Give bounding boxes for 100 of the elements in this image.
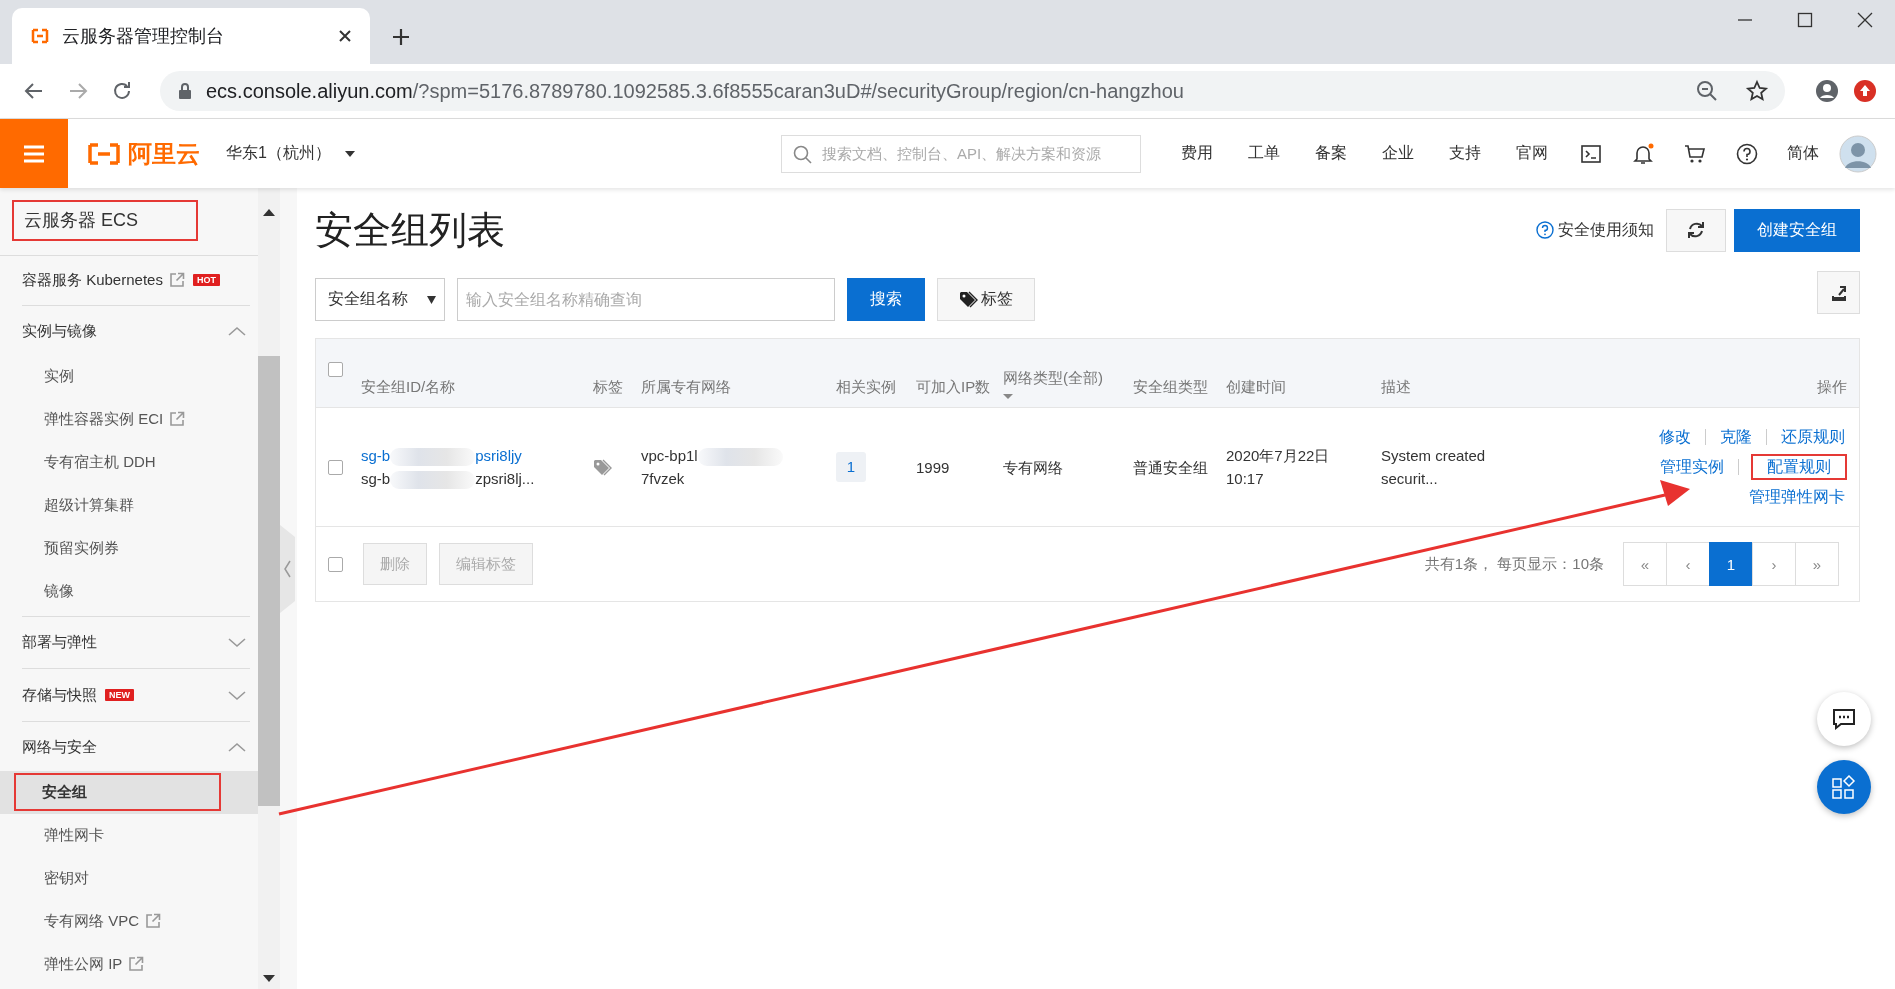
search-field[interactable]: 搜索文档、控制台、API、解决方案和资源 — [781, 134, 1141, 173]
page-button[interactable]: » — [1795, 542, 1839, 586]
new-tab-icon[interactable] — [392, 28, 410, 46]
column-header: 安全组ID/名称 — [361, 377, 457, 397]
pagination-summary: 共有1条， 每页显示：10条 — [1424, 554, 1604, 574]
nav-link[interactable]: 官网 — [1498, 143, 1565, 164]
action-link[interactable]: 管理实例 — [1658, 454, 1726, 480]
sidebar-item[interactable]: 弹性网卡 — [0, 813, 258, 857]
apps-icon — [1832, 775, 1856, 799]
security-group-link[interactable]: sg-b psri8ljy — [361, 447, 522, 464]
action-link[interactable]: 还原规则 — [1779, 424, 1847, 450]
table-cell-text: 2020年7月22日 10:17 — [1226, 446, 1331, 489]
scroll-up-icon — [263, 208, 275, 216]
search-button[interactable]: 搜索 — [847, 278, 925, 321]
table-cell-text: 专有网络 — [1003, 457, 1064, 478]
new-badge: NEW — [105, 689, 134, 702]
chat-icon — [1832, 708, 1856, 730]
column-header: 所属专有网络 — [641, 377, 732, 397]
tag-icon[interactable] — [593, 458, 613, 476]
page-button[interactable]: › — [1752, 542, 1796, 586]
star-icon[interactable] — [1745, 79, 1769, 103]
sidebar-item[interactable]: 弹性公网 IP — [0, 942, 258, 986]
action-link[interactable]: 管理弹性网卡 — [1747, 484, 1847, 510]
refresh-icon — [1687, 221, 1705, 239]
table-cell-text: 普通安全组 — [1133, 457, 1209, 478]
page-button[interactable]: ‹ — [1666, 542, 1710, 586]
instance-count-link[interactable]: 1 — [836, 452, 866, 482]
refresh-button[interactable] — [1666, 208, 1726, 252]
terminal-icon[interactable] — [1580, 142, 1602, 165]
menu-button[interactable] — [0, 119, 68, 188]
sidebar-item[interactable]: 密钥对 — [0, 856, 258, 900]
column-header: 标签 — [593, 377, 624, 397]
bell-icon[interactable] — [1632, 142, 1654, 165]
nav-link[interactable]: 费用 — [1163, 143, 1230, 164]
action-link[interactable]: 配置规则 — [1751, 454, 1847, 480]
sidebar-item[interactable]: 专有宿主机 DDH — [0, 440, 258, 484]
filter-select[interactable]: 安全组名称 — [315, 278, 445, 321]
sidebar-item[interactable]: 安全组 — [0, 770, 258, 814]
external-link-icon[interactable] — [128, 956, 145, 973]
help-link[interactable]: 安全使用须知 — [1536, 219, 1654, 241]
checkbox[interactable] — [328, 459, 343, 475]
update-icon[interactable] — [1853, 79, 1877, 103]
table-cell-text: System created securit... — [1381, 446, 1487, 489]
avatar-icon[interactable] — [1839, 134, 1877, 173]
tag-icon — [959, 291, 979, 308]
checkbox[interactable] — [328, 556, 343, 572]
browser-tab[interactable]: 云服务器管理控制台 — [12, 8, 370, 64]
sidebar-item[interactable]: 镜像 — [0, 569, 258, 613]
checkbox[interactable] — [328, 361, 343, 377]
sidebar-link[interactable]: 容器服务 Kubernetes HOT — [0, 258, 258, 302]
chat-button[interactable] — [1817, 692, 1871, 746]
export-button[interactable] — [1817, 271, 1860, 314]
action-link[interactable]: 克隆 — [1718, 424, 1754, 450]
sidebar-group-header[interactable]: 网络与安全 — [0, 724, 258, 771]
zoom-out-icon[interactable] — [1695, 79, 1719, 103]
sidebar-group-header[interactable]: 部署与弹性 — [0, 619, 258, 666]
nav-link[interactable]: 备案 — [1297, 143, 1364, 164]
action-link[interactable]: 修改 — [1657, 424, 1693, 450]
page-button[interactable]: « — [1623, 542, 1667, 586]
sidebar-item[interactable]: 超级计算集群 — [0, 483, 258, 527]
caret-icon — [427, 295, 436, 304]
logo-text: 阿里云 — [128, 138, 200, 169]
tag-button[interactable]: 标签 — [937, 278, 1035, 321]
chevron-up-icon — [228, 742, 246, 754]
caret-icon[interactable] — [1003, 394, 1013, 399]
help-icon[interactable] — [1736, 142, 1758, 165]
maximize-icon[interactable] — [1797, 12, 1813, 28]
external-link-icon[interactable] — [145, 913, 161, 930]
nav-link[interactable]: 企业 — [1364, 143, 1431, 164]
sidebar-group-header[interactable]: 实例与镜像 — [0, 308, 258, 355]
nav-link[interactable]: 工单 — [1230, 143, 1297, 164]
sidebar-item[interactable]: 弹性容器实例 ECI — [0, 397, 258, 441]
lock-icon — [176, 82, 194, 100]
sidebar-item[interactable]: 预留实例券 — [0, 526, 258, 570]
chevron-up-icon — [228, 326, 246, 338]
apps-button[interactable] — [1817, 760, 1871, 814]
external-link-icon[interactable] — [169, 411, 186, 428]
sidebar-item[interactable]: 专有网络 VPC — [0, 899, 258, 943]
create-button[interactable]: 创建安全组 — [1734, 208, 1860, 252]
vpc-id: vpc-bp1l 7fvzek — [641, 444, 797, 490]
help-icon — [1536, 221, 1554, 239]
table-cell-text: 1999 — [916, 457, 951, 478]
export-icon — [1829, 283, 1848, 302]
nav-link[interactable]: 支持 — [1431, 143, 1498, 164]
page-button[interactable]: 1 — [1709, 542, 1753, 586]
hot-badge: HOT — [192, 274, 220, 287]
collapse-handle-icon[interactable] — [280, 524, 295, 613]
cart-icon[interactable] — [1684, 142, 1706, 165]
close-icon[interactable] — [338, 29, 352, 43]
language-link[interactable]: 简体 — [1787, 143, 1819, 164]
sidebar-group-header[interactable]: 存储与快照 NEW — [0, 672, 258, 719]
close-icon[interactable] — [1857, 12, 1873, 28]
page-title: 安全组列表 — [315, 207, 506, 253]
region-selector[interactable]: 华东1（杭州） — [226, 143, 355, 164]
external-link-icon[interactable] — [168, 272, 185, 289]
account-icon[interactable] — [1815, 79, 1839, 103]
search-field[interactable]: 输入安全组名称精确查询 — [457, 278, 835, 321]
column-header[interactable]: 网络类型(全部) — [1003, 366, 1127, 390]
scrollbar[interactable] — [258, 188, 280, 989]
sidebar-item[interactable]: 实例 — [0, 354, 258, 398]
